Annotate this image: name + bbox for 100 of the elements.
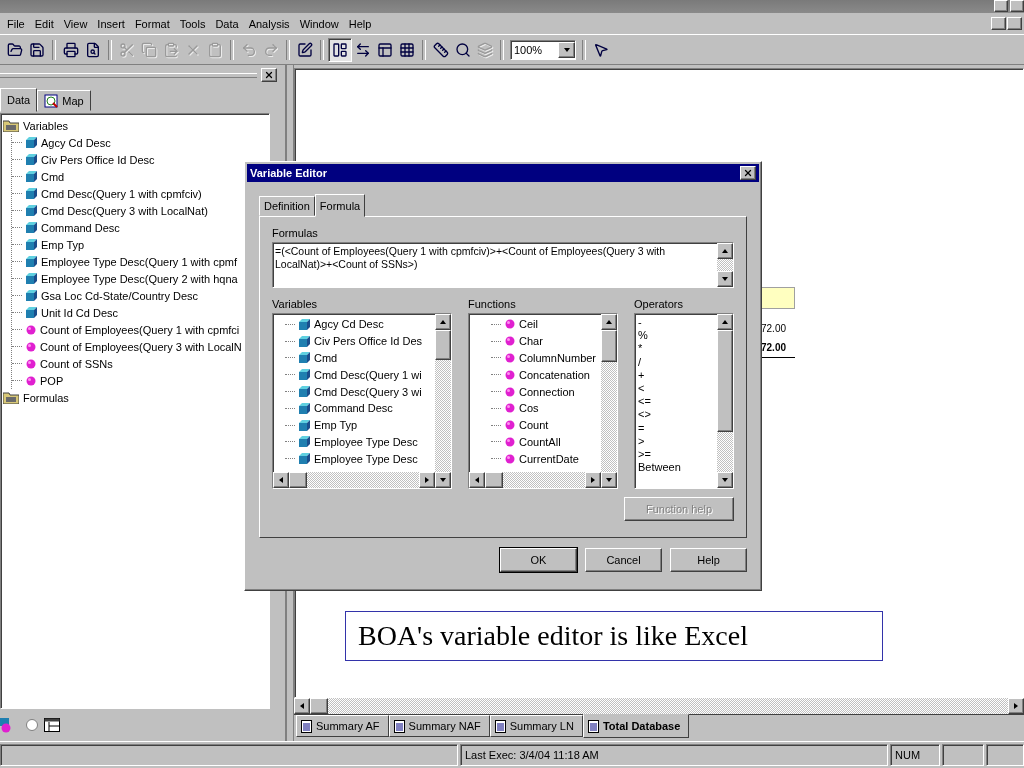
tree-item[interactable]: Gsa Loc Cd-State/Country Desc [41, 289, 199, 302]
vertical-scrollbar[interactable] [717, 314, 733, 488]
vertical-scrollbar[interactable] [435, 314, 451, 488]
map-icon [44, 93, 59, 108]
list-item[interactable]: * [635, 342, 717, 356]
menu-item[interactable]: Data [210, 17, 244, 30]
scroll-thumb[interactable] [310, 698, 328, 714]
list-item[interactable]: + [635, 368, 717, 382]
list-item[interactable]: Emp Typ [314, 419, 358, 432]
minimize-button[interactable] [994, 0, 1008, 12]
menu-item[interactable]: Format [129, 17, 175, 30]
tree-item[interactable]: POP [40, 374, 64, 387]
list-item[interactable]: Cos [519, 402, 539, 415]
list-item[interactable]: <= [635, 395, 717, 409]
sheet-tab[interactable]: Summary AF [296, 715, 389, 737]
dialog-button[interactable]: Help [670, 548, 747, 572]
list-item[interactable]: Employee Type Desc [314, 435, 418, 448]
scroll-thumb[interactable] [601, 330, 617, 362]
dialog-button[interactable]: Cancel [585, 548, 662, 572]
restore-button[interactable] [1007, 17, 1022, 30]
close-button[interactable] [261, 68, 277, 82]
tree-item[interactable]: Variables [23, 119, 69, 132]
sheet-tab[interactable]: Summary NAF [388, 715, 490, 737]
list-item[interactable]: Ceil [519, 318, 538, 331]
list-item[interactable]: Connection [519, 385, 575, 398]
panel-tab[interactable]: Map [37, 90, 91, 111]
list-item[interactable]: % [635, 329, 717, 343]
tree-item[interactable]: Count of SSNs [40, 357, 113, 370]
list-item[interactable]: Cmd Desc(Query 1 wi [314, 368, 422, 381]
scroll-thumb[interactable] [717, 330, 733, 432]
list-item[interactable]: Cmd Desc(Query 3 wi [314, 385, 422, 398]
list-item[interactable]: > [635, 434, 717, 448]
sheet-tab[interactable]: Total Database [582, 714, 690, 738]
list-item[interactable]: CountAll [519, 435, 561, 448]
scroll-thumb[interactable] [485, 472, 503, 488]
list-item[interactable]: - [635, 316, 717, 330]
sheet-tab[interactable]: Summary LN [489, 715, 583, 737]
dialog-tab[interactable]: Formula [314, 194, 366, 217]
list-item[interactable]: Civ Pers Office Id Des [314, 335, 422, 348]
list-item[interactable]: Agcy Cd Desc [314, 318, 384, 331]
table-layout-icon [377, 41, 393, 58]
list-item[interactable]: Between [635, 461, 717, 475]
list-item[interactable]: Count [519, 419, 549, 432]
menu-item[interactable]: Help [343, 17, 377, 30]
menu-item[interactable]: View [58, 17, 93, 30]
list-item[interactable]: ColumnNumber [519, 352, 597, 364]
minimize-button[interactable] [991, 17, 1006, 30]
tree-item[interactable]: Employee Type Desc(Query 2 with hqna [41, 272, 238, 285]
horizontal-scrollbar[interactable] [294, 698, 1024, 714]
tree-item[interactable]: Command Desc [41, 221, 120, 234]
tree-item[interactable]: Emp Typ [41, 238, 85, 251]
formula-field[interactable]: =(<Count of Employees(Query 1 with cpmfciv)>+<Count of Employees(Query 3 with LocalNat)>+<Count of SSNs>) [272, 242, 734, 288]
list-item[interactable]: <> [635, 408, 717, 422]
dialog-button[interactable]: OK [500, 548, 577, 572]
search-icon [455, 41, 471, 58]
table-cell [761, 287, 795, 309]
callout-text: BOA's variable editor is like Excel [345, 611, 883, 661]
tree-item[interactable]: Count of Employees(Query 1 with cpmfci [40, 323, 240, 336]
horizontal-scrollbar[interactable] [469, 472, 601, 488]
list-item[interactable]: Employee Type Desc [314, 452, 418, 465]
tree-item[interactable]: Cmd Desc(Query 3 with LocalNat) [41, 204, 208, 217]
tree-item[interactable]: Agcy Cd Desc [41, 136, 111, 149]
menu-item[interactable]: File [2, 17, 30, 30]
dialog-tab[interactable]: Definition [259, 196, 315, 216]
menu-item[interactable]: Analysis [243, 17, 295, 30]
list-item[interactable]: >= [635, 447, 717, 462]
menu-item[interactable]: Window [294, 17, 344, 30]
zoom-dropdown[interactable]: 100% [510, 39, 576, 60]
scroll-thumb[interactable] [289, 472, 307, 488]
tree-item[interactable]: Employee Type Desc(Query 1 with cpmf [41, 255, 238, 268]
list-item[interactable]: CurrentDate [519, 452, 579, 465]
menu-item[interactable]: Insert [92, 17, 130, 30]
horizontal-scrollbar[interactable] [273, 472, 435, 488]
cube-icon [299, 402, 310, 414]
menu-item[interactable]: Edit [29, 17, 59, 30]
list-item[interactable]: Char [519, 335, 543, 348]
panel-tab[interactable]: Data [0, 88, 38, 112]
table-icon[interactable] [44, 718, 60, 732]
list-item[interactable]: / [635, 355, 717, 369]
menu-item[interactable]: Tools [174, 17, 211, 30]
layers-icon [477, 41, 493, 58]
list-item[interactable]: Concatenation [519, 368, 590, 381]
list-item[interactable]: Command Desc [314, 402, 393, 415]
cube-circle-icon[interactable] [0, 717, 12, 733]
radio-button[interactable] [26, 719, 38, 731]
maximize-button[interactable] [1010, 0, 1024, 12]
tree-item[interactable]: Count of Employees(Query 3 with LocalN [40, 340, 242, 353]
tree-item[interactable]: Unit Id Cd Desc [41, 306, 119, 319]
tree-item[interactable]: Cmd Desc(Query 1 with cpmfciv) [41, 187, 202, 200]
scroll-thumb[interactable] [435, 330, 451, 360]
tree-item[interactable]: Formulas [23, 391, 69, 404]
list-item[interactable]: < [635, 381, 717, 396]
list-item[interactable]: Cmd [314, 352, 338, 364]
tree-item[interactable]: Cmd [41, 170, 65, 183]
list-item[interactable]: = [635, 421, 717, 435]
close-button[interactable] [740, 166, 756, 180]
toolbar-button[interactable] [328, 37, 352, 62]
down-arrow-icon [439, 476, 447, 484]
tree-item[interactable]: Civ Pers Office Id Desc [41, 153, 155, 166]
vertical-scrollbar[interactable] [601, 314, 617, 488]
